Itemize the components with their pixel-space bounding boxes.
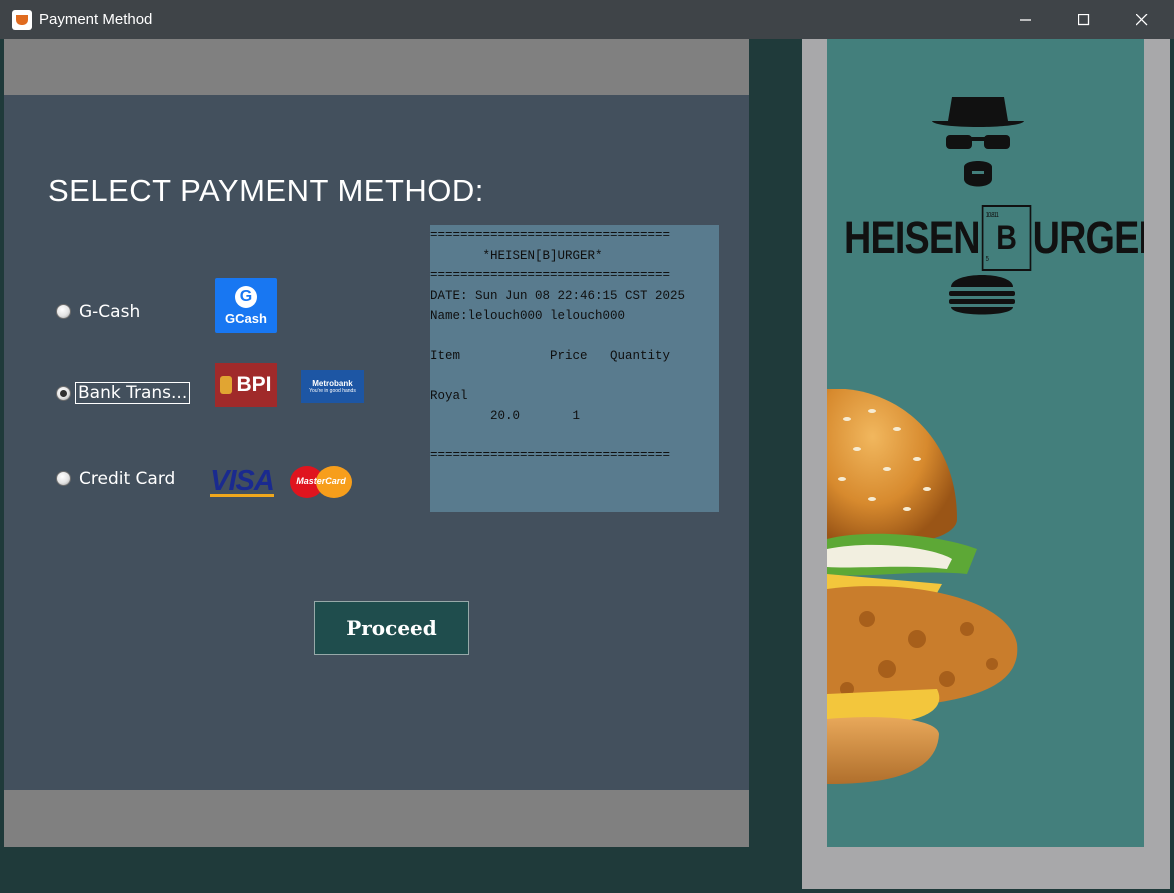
branding-panel: HEISEN 10.811 B 5 URGER [827,39,1144,847]
receipt-line: *HEISEN[B]URGER* [430,249,603,263]
proceed-button[interactable]: Proceed [314,601,469,655]
gcash-label[interactable]: G-Cash [79,302,140,322]
maximize-icon [1078,13,1090,25]
bpi-logo-text: BPI [236,373,272,396]
brand-right-text: URGER [1032,212,1144,263]
receipt-line: ================================ [430,448,671,462]
credit-card-label[interactable]: Credit Card [79,469,175,489]
receipt-line: Item Price Quantity [430,349,671,363]
window-title: Payment Method [39,11,153,28]
bank-transfer-radio[interactable] [56,386,71,401]
minimize-icon [1020,18,1031,21]
visa-logo: VISA [204,466,280,498]
receipt-line: ================================ [430,268,671,282]
java-app-icon [12,10,32,30]
mastercard-logo-text: MasterCard [296,476,346,486]
metrobank-logo-text: Metrobank [312,379,353,388]
bpi-crest-icon [220,376,233,394]
metrobank-tagline: You're in good hands [309,388,356,394]
bpi-logo: BPI [215,363,277,407]
heisenberg-icon [932,97,1024,187]
burger-icon [949,275,1015,315]
receipt-line: ================================ [430,228,671,242]
receipt-area: ================================ *HEISEN… [430,225,719,512]
receipt-line: Royal [430,389,468,403]
brand-logo: HEISEN 10.811 B 5 URGER [844,205,1144,271]
gcash-logo-text: GCash [225,310,267,326]
title-bar: Payment Method [0,0,1174,39]
element-tile: 10.811 B 5 [981,205,1031,271]
chicken-burger-image [827,389,1018,784]
receipt-line: Name:lelouch000 lelouch000 [430,309,626,323]
receipt-line: 20.0 1 [430,409,581,423]
bank-transfer-label[interactable]: Bank Trans... [74,382,191,404]
gcash-logo: G GCash [215,278,277,333]
receipt-line: DATE: Sun Jun 08 22:46:15 CST 2025 [430,289,686,303]
tile-letter: B [996,219,1017,257]
close-button[interactable] [1113,0,1171,39]
maximize-button[interactable] [1055,0,1113,39]
mastercard-logo: MasterCard [290,466,352,498]
visa-logo-text: VISA [210,464,275,497]
page-title: SELECT PAYMENT METHOD: [48,173,484,208]
credit-card-radio[interactable] [56,471,71,486]
close-icon [1136,13,1148,25]
minimize-button[interactable] [997,0,1055,39]
metrobank-logo: Metrobank You're in good hands [301,370,364,403]
gcash-radio[interactable] [56,304,71,319]
gcash-g-icon: G [235,285,257,308]
brand-left-text: HEISEN [844,212,981,263]
